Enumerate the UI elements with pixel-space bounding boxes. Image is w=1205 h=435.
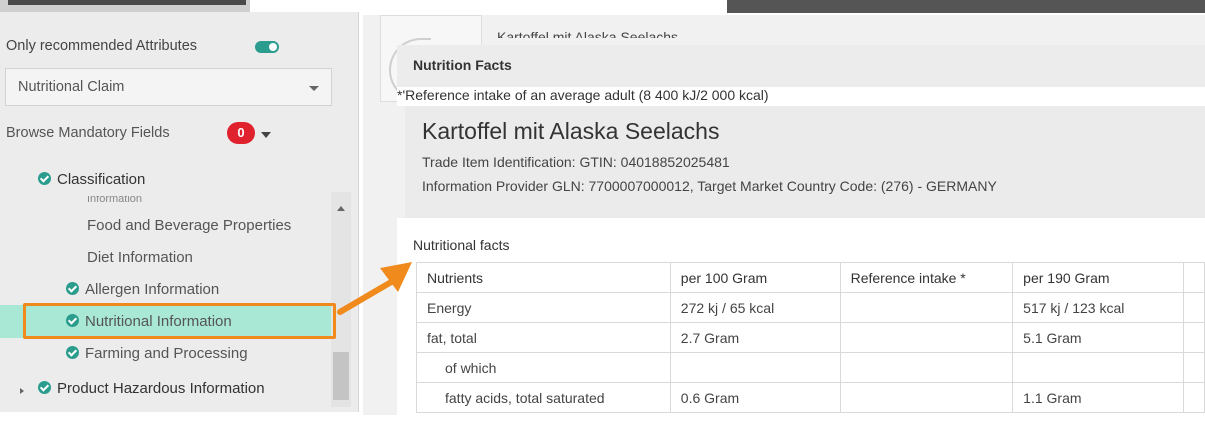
callout-arrow <box>337 262 412 315</box>
callout-arrow-shaft <box>337 275 401 315</box>
